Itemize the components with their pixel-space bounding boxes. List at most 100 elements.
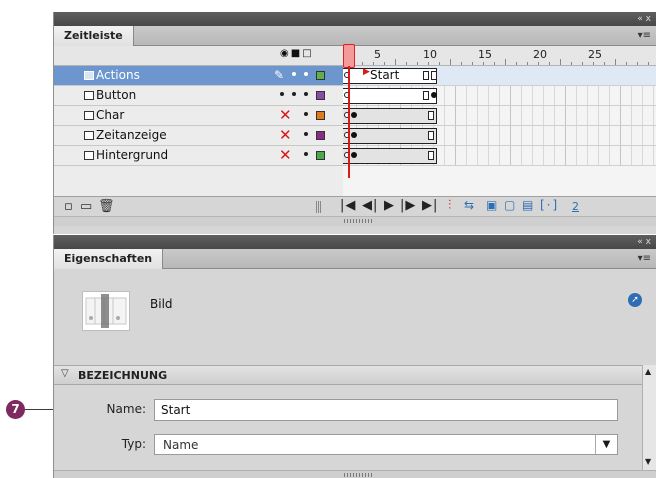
end-frame[interactable] — [428, 151, 434, 160]
lock-dot[interactable] — [304, 112, 308, 116]
panel-controls[interactable]: « x — [637, 237, 651, 247]
edit-multiple-icon[interactable]: ▤ — [522, 198, 535, 212]
keyframe[interactable] — [351, 152, 357, 158]
visibility-dot[interactable] — [280, 92, 284, 96]
frame-row-char[interactable] — [343, 106, 656, 126]
end-frame[interactable] — [428, 111, 434, 120]
onion-markers-icon[interactable]: [·] — [540, 198, 559, 212]
lock-dot[interactable] — [304, 132, 308, 136]
layer-row-zeitanzeige[interactable]: Zeitanzeige ✕ — [54, 126, 343, 146]
layer-name: Actions — [96, 68, 140, 82]
splitter-grip[interactable] — [316, 201, 322, 213]
action-frame[interactable] — [431, 71, 437, 80]
outline-icon[interactable]: □ — [302, 48, 313, 59]
frame-span[interactable] — [343, 128, 437, 144]
timeline-ruler[interactable]: 5 10 15 20 25 — [343, 46, 656, 66]
end-frame[interactable] — [423, 71, 429, 80]
timeline-hscroll[interactable] — [54, 216, 656, 226]
hidden-x-icon[interactable]: ✕ — [279, 146, 292, 164]
section-header-bezeichnung[interactable]: ▽ BEZEICHNUNG — [54, 365, 642, 385]
frame-span[interactable] — [343, 108, 437, 124]
frame-row-button[interactable] — [343, 86, 656, 106]
keyframe[interactable] — [431, 92, 437, 98]
layer-header-icons[interactable]: ◉■□ — [280, 48, 314, 59]
hidden-x-icon[interactable]: ✕ — [279, 126, 292, 144]
lock-dot[interactable] — [304, 92, 308, 96]
layer-color-swatch[interactable] — [316, 91, 325, 100]
frame-label-flag-icon: ▶ — [363, 67, 370, 77]
keyframe[interactable] — [351, 112, 357, 118]
timeline-footer: ▫ ▭ 🗑 |◀ ◀| ▶ |▶ ▶| ⫶ ⇆ ▣ ▢ ▤ [·] 2 — [54, 196, 656, 216]
layer-type-icon — [84, 91, 94, 100]
scroll-grip[interactable] — [344, 473, 372, 477]
frame-symbol-icon — [82, 291, 130, 331]
keyframe[interactable] — [351, 132, 357, 138]
hidden-x-icon[interactable]: ✕ — [279, 106, 292, 124]
lock-dot[interactable] — [304, 72, 308, 76]
help-icon[interactable]: ➚ — [628, 293, 642, 307]
frame-row-hintergrund[interactable] — [343, 146, 656, 166]
next-frame-icon[interactable]: |▶ — [400, 198, 416, 213]
frames-area[interactable]: 5 10 15 20 25 ▶ Start — [343, 44, 656, 196]
lock-icon[interactable]: ■ — [291, 48, 302, 59]
properties-titlebar[interactable]: « x — [54, 235, 656, 249]
layer-color-swatch[interactable] — [316, 131, 325, 140]
type-select[interactable]: Name ▼ — [154, 434, 618, 455]
ruler-tick — [472, 62, 473, 65]
type-label: Typ: — [121, 437, 146, 451]
scroll-up-icon[interactable]: ▲ — [645, 367, 651, 376]
loop-icon[interactable]: ⇆ — [464, 198, 476, 212]
tab-eigenschaften[interactable]: Eigenschaften — [54, 249, 164, 269]
frame-row-actions[interactable]: ▶ Start — [343, 66, 656, 86]
playhead-handle[interactable] — [343, 44, 355, 68]
ruler-tick — [439, 62, 440, 65]
ruler-tick — [538, 62, 539, 65]
frame-span[interactable] — [343, 148, 437, 164]
prev-frame-icon[interactable]: ◀| — [362, 198, 378, 213]
tab-zeitleiste[interactable]: Zeitleiste — [54, 26, 134, 46]
ruler-tick — [417, 62, 418, 65]
frame-label-text: Start — [370, 68, 400, 82]
layer-list: Actions ✎ Button Char ✕ Zeitanzeige ✕ Hi… — [54, 46, 343, 196]
first-frame-icon[interactable]: |◀ — [340, 198, 356, 213]
onion-outline-icon[interactable]: ▢ — [504, 198, 517, 212]
layer-row-actions[interactable]: Actions ✎ — [54, 66, 343, 86]
new-folder-icon[interactable]: ▭ — [80, 199, 92, 214]
layer-color-swatch[interactable] — [316, 71, 325, 80]
scroll-grip[interactable] — [344, 219, 372, 223]
panel-controls[interactable]: « x — [637, 14, 651, 24]
layer-color-swatch[interactable] — [316, 111, 325, 120]
end-frame[interactable] — [428, 131, 434, 140]
panel-menu-icon[interactable]: ▾≡ — [638, 30, 651, 41]
layer-row-button[interactable]: Button — [54, 86, 343, 106]
eye-icon[interactable]: ◉ — [280, 48, 291, 59]
lock-dot[interactable] — [304, 152, 308, 156]
properties-vscroll[interactable]: ▲ ▼ — [642, 365, 656, 470]
new-layer-icon[interactable]: ▫ — [64, 199, 73, 214]
collapse-arrow-icon[interactable]: ▽ — [61, 368, 69, 379]
scroll-down-icon[interactable]: ▼ — [645, 457, 651, 466]
ruler-tick — [626, 62, 627, 65]
panel-menu-icon[interactable]: ▾≡ — [638, 253, 651, 264]
current-frame-number[interactable]: 2 — [572, 200, 579, 213]
playhead-line[interactable] — [348, 66, 350, 178]
layer-color-swatch[interactable] — [316, 151, 325, 160]
timeline-titlebar[interactable]: « x — [54, 12, 656, 26]
onion-skin-icon[interactable]: ▣ — [486, 198, 499, 212]
center-frame-icon[interactable]: ⫶ — [448, 198, 452, 213]
trash-icon[interactable]: 🗑 — [98, 199, 115, 214]
frame-row-zeitanzeige[interactable] — [343, 126, 656, 146]
timeline-panel: « x Zeitleiste ▾≡ Actions ✎ Button Char … — [53, 12, 656, 234]
visibility-dot[interactable] — [292, 92, 296, 96]
end-frame[interactable] — [423, 91, 429, 100]
last-frame-icon[interactable]: ▶| — [422, 198, 438, 213]
chevron-down-icon[interactable]: ▼ — [595, 435, 617, 454]
play-icon[interactable]: ▶ — [384, 198, 395, 213]
ruler-tick — [516, 62, 517, 65]
ruler-tick — [648, 62, 649, 65]
name-input[interactable] — [154, 399, 618, 421]
layer-row-hintergrund[interactable]: Hintergrund ✕ — [54, 146, 343, 166]
layer-row-char[interactable]: Char ✕ — [54, 106, 343, 126]
visibility-dot[interactable] — [292, 72, 296, 76]
ruler-label: 25 — [588, 48, 602, 61]
